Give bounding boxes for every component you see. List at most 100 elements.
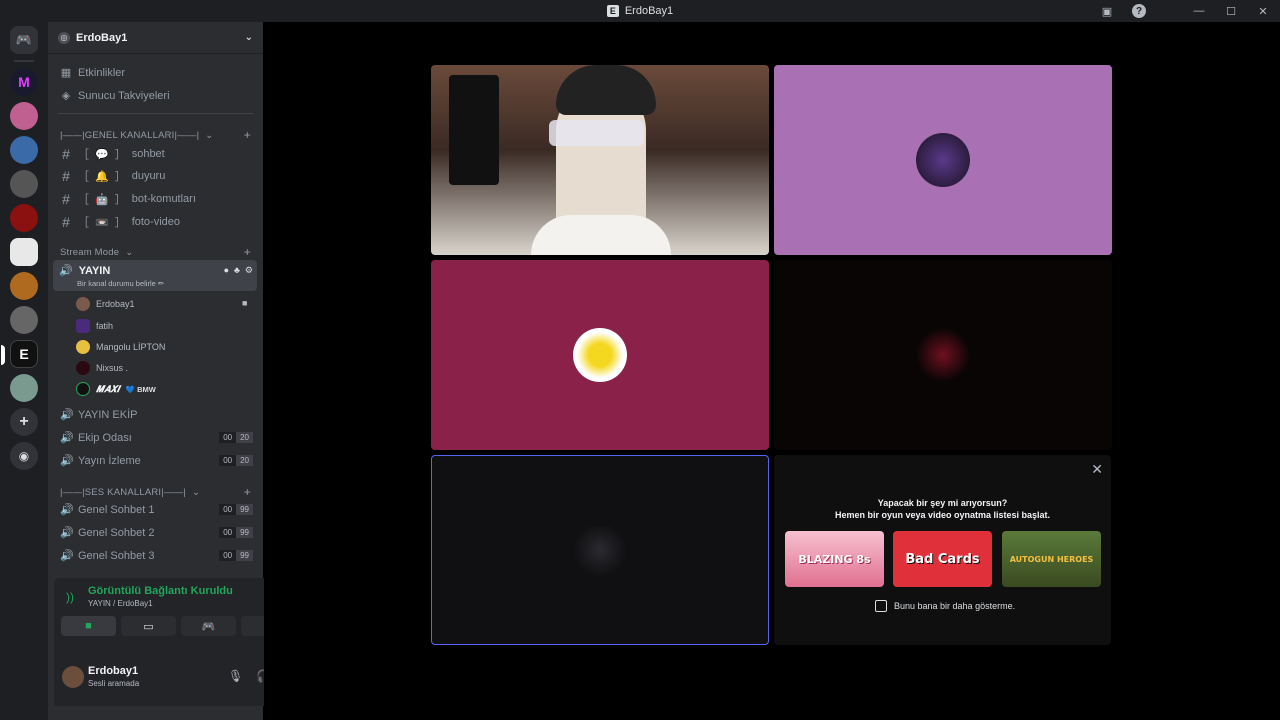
connection-channel[interactable]: YAYIN / ErdoBay1 [88, 599, 153, 608]
checkbox-label: Bunu bana bir daha gösterme. [894, 601, 1016, 611]
add-channel-icon[interactable]: + [244, 245, 251, 259]
category-label: |——|GENEL KANALLARI|——| [60, 129, 200, 141]
microphone-icon[interactable]: 🎙 [228, 669, 243, 683]
gear-icon[interactable]: ⚙ [245, 265, 253, 276]
screen-share-button[interactable]: ▭ [121, 616, 176, 636]
gamepad-icon: 🎮 [201, 620, 216, 633]
voice-member[interactable]: fatih [76, 319, 113, 333]
add-channel-icon[interactable]: + [244, 128, 251, 142]
voice-channel-yayin[interactable]: 🔊 YAYIN Bir kanal durumu belirle ✏ ● ♣ ⚙ [53, 260, 257, 291]
video-tile-maxi[interactable] [431, 455, 769, 645]
channel-foto-video[interactable]: # ［ 📼 ］ foto-video [54, 214, 257, 230]
server-icon-10[interactable] [10, 374, 38, 402]
channel-name: Genel Sohbet 1 [78, 503, 155, 516]
voice-channel-yayin-izleme[interactable]: 🔊 Yayın İzleme 00 20 [54, 454, 257, 467]
chevron-down-icon: ⌄ [192, 486, 201, 498]
invite-icon[interactable]: ♣ [234, 265, 240, 276]
voice-channel-ekip-odasi[interactable]: 🔊 Ekip Odası 00 20 [54, 431, 257, 444]
video-tile-mangolu[interactable] [431, 260, 769, 450]
channel-emoji: 🔔 [95, 170, 109, 183]
connection-status[interactable]: Görüntülü Bağlantı Kuruldu [88, 585, 233, 597]
dont-show-again[interactable]: Bunu bana bir daha gösterme. [875, 600, 1015, 612]
voice-channel-genel-sohbet-2[interactable]: 🔊 Genel Sohbet 2 00 99 [54, 526, 257, 539]
inbox-icon[interactable]: ▣ [1100, 4, 1114, 18]
member-name: 𝑴𝑨𝑿𝑰 [96, 383, 120, 394]
server-icon-4[interactable] [10, 170, 38, 198]
close-window-icon[interactable]: ✕ [1256, 4, 1270, 18]
server-icon-8[interactable] [10, 306, 38, 334]
server-icon-5[interactable] [10, 204, 38, 232]
user-limit-badge: 00 20 [219, 455, 253, 466]
video-tile-nixsus[interactable] [774, 260, 1112, 450]
voice-member[interactable]: Nixsus . [76, 361, 128, 375]
user-limit-badge: 00 20 [219, 432, 253, 443]
channel-name: bot-komutları [131, 193, 196, 205]
avatar [573, 328, 627, 382]
hash-icon: # [62, 168, 70, 184]
video-tile-camera[interactable] [431, 65, 769, 255]
server-icon-3[interactable] [10, 136, 38, 164]
voice-channel-yayin-ekip[interactable]: 🔊 YAYIN EKİP [54, 408, 257, 422]
hash-icon: # [62, 214, 70, 230]
hash-icon: # [62, 146, 70, 162]
voice-member[interactable]: Erdobay1 [76, 297, 135, 311]
checkbox[interactable] [875, 600, 887, 612]
camera-button[interactable]: ■ [61, 616, 116, 636]
add-server-icon[interactable]: + [10, 408, 38, 436]
voice-channel-genel-sohbet-3[interactable]: 🔊 Genel Sohbet 3 00 99 [54, 549, 257, 562]
server-icon-6[interactable] [10, 238, 38, 266]
server-icon-m[interactable]: M [10, 68, 38, 96]
voice-member[interactable]: Mangolu LİPTON [76, 340, 165, 354]
close-icon[interactable]: ✕ [1091, 461, 1103, 478]
app-logo-icon: E [606, 5, 619, 17]
category-voice[interactable]: |——|SES KANALLARI|——| ⌄ + [54, 485, 257, 499]
help-icon[interactable]: ? [1132, 4, 1146, 18]
add-channel-icon[interactable]: + [244, 485, 251, 499]
maximize-icon[interactable]: ☐ [1224, 4, 1238, 18]
username[interactable]: Erdobay1 [88, 665, 138, 677]
channel-sidebar: ◎ ErdoBay1 ⌄ ▦ Etkinlikler ◈ Sunucu Takv… [48, 22, 305, 720]
avatar [76, 340, 90, 354]
game-card-blazing-8s[interactable]: BLAZING 8s [785, 531, 884, 587]
channel-name: YAYIN EKİP [78, 408, 138, 421]
channel-duyuru[interactable]: # ［ 🔔 ］ duyuru [54, 168, 257, 184]
avatar [916, 133, 970, 187]
voice-member[interactable]: 𝑴𝑨𝑿𝑰 💙 BMW [76, 382, 156, 396]
window-title: E ErdoBay1 [606, 5, 673, 17]
direct-messages-icon[interactable]: 🎮 [10, 26, 38, 54]
activity-suggestion-card: ✕ Yapacak bir şey mi arıyorsun? Hemen bi… [774, 455, 1111, 645]
hash-icon: # [62, 191, 70, 207]
category-stream-mode[interactable]: Stream Mode ⌄ + [54, 245, 257, 259]
speaker-icon: 🔊 [60, 504, 74, 516]
discover-icon[interactable]: ◉ [10, 442, 38, 470]
camera-icon: ■ [242, 298, 248, 308]
category-label: Stream Mode [60, 246, 120, 258]
events-link[interactable]: ▦ Etkinlikler [54, 66, 257, 80]
game-card-bad-cards[interactable]: Bad Cards [893, 531, 992, 587]
events-label: Etkinlikler [78, 66, 126, 79]
speaker-icon: 🔊 [60, 527, 74, 539]
minimize-icon[interactable]: — [1192, 4, 1206, 18]
title-bar: E ErdoBay1 ▣ ? — ☐ ✕ [0, 0, 1280, 22]
video-tile-fatih[interactable] [774, 65, 1112, 255]
server-header[interactable]: ◎ ErdoBay1 ⌄ [48, 22, 263, 54]
user-limit-badge: 00 99 [219, 504, 253, 515]
member-name: Nixsus . [96, 363, 129, 373]
category-general[interactable]: |——|GENEL KANALLARI|——| ⌄ + [54, 128, 257, 142]
activities-button[interactable]: 🎮 [181, 616, 236, 636]
server-icon-erdobay1[interactable]: E [1, 340, 38, 368]
chevron-down-icon: ⌄ [244, 32, 253, 43]
channel-sohbet[interactable]: # ［ 💬 ］ sohbet [54, 146, 257, 162]
chat-icon[interactable]: ● [224, 265, 229, 276]
channel-status[interactable]: Bir kanal durumu belirle ✏ [77, 279, 164, 288]
avatar[interactable] [62, 666, 84, 688]
voice-channel-genel-sohbet-1[interactable]: 🔊 Genel Sohbet 1 00 99 [54, 503, 257, 516]
game-card-autogun[interactable]: AUTOGUN HEROES [1002, 531, 1101, 587]
server-icon-7[interactable] [10, 272, 38, 300]
channel-name: YAYIN [78, 264, 111, 277]
channel-emoji: 📼 [95, 216, 109, 229]
speaker-icon: 🔊 [59, 265, 73, 277]
channel-bot-komutlari[interactable]: # ［ 🤖 ］ bot-komutları [54, 191, 257, 207]
server-icon-2[interactable] [10, 102, 38, 130]
boosts-link[interactable]: ◈ Sunucu Takviyeleri [54, 89, 257, 103]
